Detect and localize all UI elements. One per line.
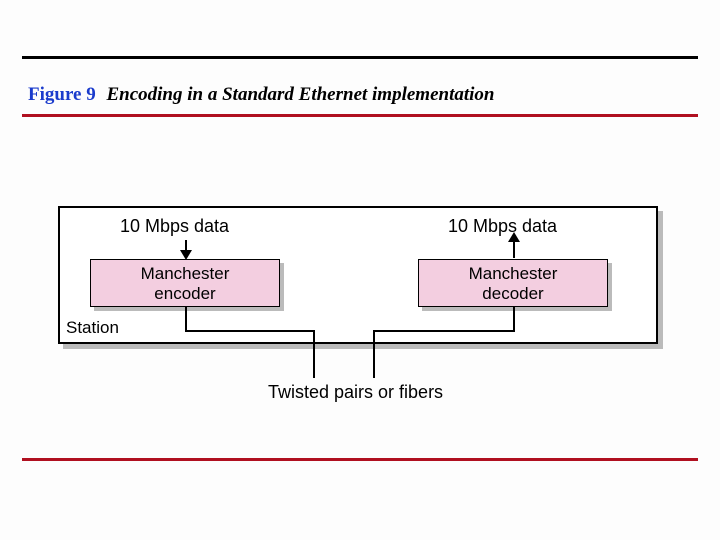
figure-title: Figure 9 Encoding in a Standard Ethernet… (28, 84, 494, 106)
decoder-box: Manchesterdecoder (418, 259, 608, 307)
wire (373, 330, 515, 332)
wire (185, 330, 315, 332)
encoder-box: Manchesterencoder (90, 259, 280, 307)
wire (185, 307, 187, 332)
diagram: 10 Mbps data 10 Mbps data Manchesterenco… (58, 190, 658, 410)
arrow-up-icon (513, 240, 515, 258)
medium-label: Twisted pairs or fibers (268, 382, 443, 403)
top-rule (22, 56, 698, 59)
wire (373, 330, 375, 378)
station-label: Station (66, 318, 119, 338)
figure-number: Figure 9 (28, 84, 96, 105)
decoder-label: Manchesterdecoder (469, 264, 558, 303)
encoder-label: Manchesterencoder (141, 264, 230, 303)
arrow-down-icon (185, 240, 187, 258)
input-data-label: 10 Mbps data (120, 216, 229, 237)
wire (513, 307, 515, 332)
bottom-rule (22, 458, 698, 461)
figure-caption: Encoding in a Standard Ethernet implemen… (106, 84, 494, 105)
title-underline (22, 114, 698, 117)
output-data-label: 10 Mbps data (448, 216, 557, 237)
wire (313, 330, 315, 378)
